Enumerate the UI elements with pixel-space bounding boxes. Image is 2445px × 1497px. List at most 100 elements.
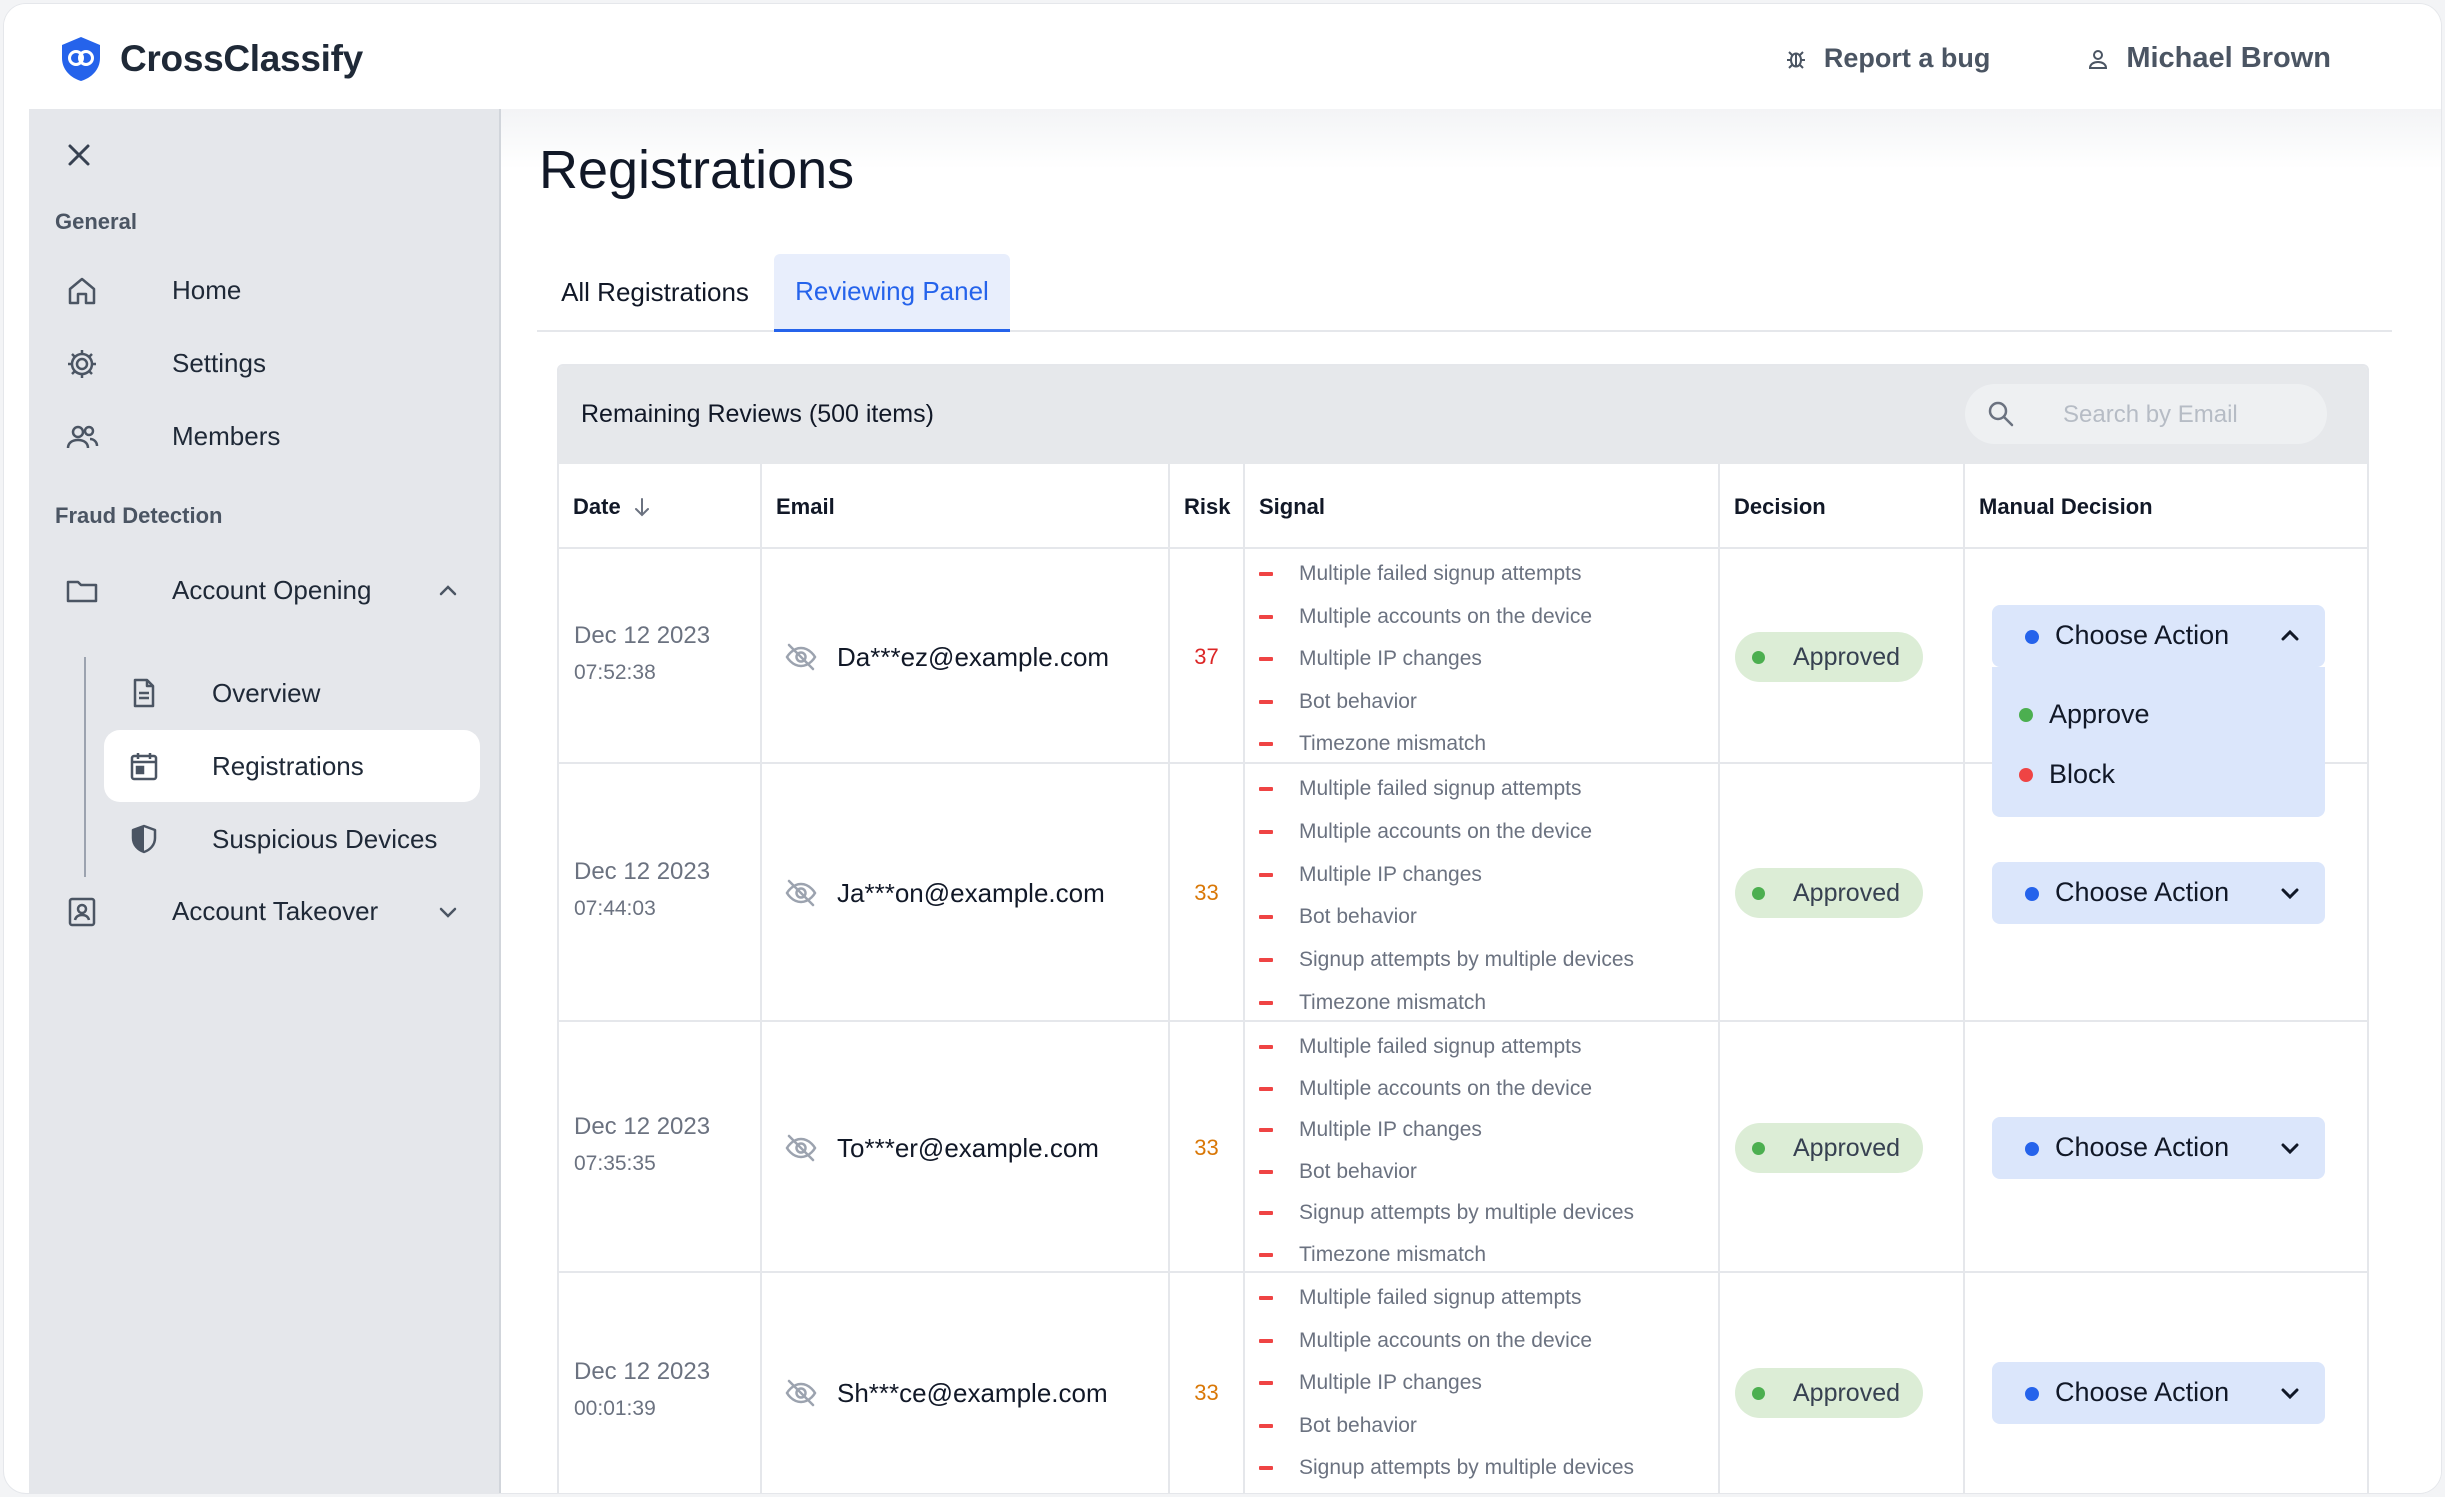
sidebar-item-label: Settings bbox=[172, 347, 266, 378]
close-icon[interactable] bbox=[63, 139, 95, 171]
shield-icon bbox=[131, 824, 157, 854]
calendar-icon bbox=[130, 753, 158, 781]
dropdown-option-block[interactable]: Block bbox=[1992, 745, 2325, 805]
sidebar-item-settings[interactable]: Settings bbox=[49, 329, 481, 397]
document-icon bbox=[133, 678, 155, 708]
sidebar-item-account-takeover[interactable]: Account Takeover bbox=[49, 877, 481, 945]
risk-cell: 33 bbox=[1170, 764, 1245, 1020]
sort-arrow-down-icon[interactable] bbox=[631, 496, 653, 518]
signal-label: Multiple failed signup attempts bbox=[1299, 777, 1582, 800]
id-card-icon bbox=[68, 897, 96, 927]
time-value: 07:35:35 bbox=[574, 1151, 656, 1175]
risk-cell: 33 bbox=[1170, 1022, 1245, 1271]
column-date-label: Date bbox=[573, 493, 621, 519]
brand-logo[interactable]: CrossClassify bbox=[56, 34, 363, 84]
date-cell: Dec 12 2023 07:44:03 bbox=[559, 764, 762, 1020]
panel-header: Remaining Reviews (500 items) bbox=[559, 366, 2367, 464]
signal-label: Timezone mismatch bbox=[1299, 991, 1487, 1014]
signal-label: Timezone mismatch bbox=[1299, 732, 1487, 755]
email-value: Da***ez@example.com bbox=[837, 641, 1110, 672]
signal-label: Multiple IP changes bbox=[1299, 862, 1482, 886]
choose-action-select[interactable]: Choose Action bbox=[1992, 1116, 2325, 1179]
eye-off-icon[interactable] bbox=[784, 1376, 818, 1410]
remaining-count: Remaining Reviews (500 items) bbox=[581, 400, 934, 428]
sidebar-item-suspicious-devices[interactable]: Suspicious Devices bbox=[104, 803, 480, 875]
signal-label: Multiple IP changes bbox=[1299, 1118, 1482, 1142]
table-row[interactable]: Dec 12 2023 07:35:35 To***er@example.com… bbox=[559, 1022, 2367, 1273]
eye-off-icon[interactable] bbox=[784, 1131, 818, 1165]
minus-icon bbox=[1259, 1001, 1273, 1005]
report-bug-label: Report a bug bbox=[1823, 43, 1991, 73]
date-value: Dec 12 2023 bbox=[574, 858, 711, 885]
signal-item: Signup attempts by multiple devices bbox=[1259, 1456, 1634, 1480]
signal-label: Signup attempts by multiple devices bbox=[1299, 1201, 1635, 1225]
user-menu[interactable]: Michael Brown bbox=[2086, 42, 2331, 75]
date-cell: Dec 12 2023 00:01:39 bbox=[559, 1273, 762, 1493]
signal-item: Multiple accounts on the device bbox=[1259, 1329, 1592, 1353]
sidebar-item-members[interactable]: Members bbox=[49, 402, 481, 470]
main-content: Registrations All Registrations Reviewin… bbox=[501, 109, 2441, 1493]
signal-label: Signup attempts by multiple devices bbox=[1299, 1456, 1635, 1479]
sidebar-item-home[interactable]: Home bbox=[49, 256, 481, 324]
tab-reviewing-panel[interactable]: Reviewing Panel bbox=[774, 254, 1010, 332]
chevron-up-icon[interactable] bbox=[435, 578, 461, 604]
minus-icon bbox=[1259, 1423, 1273, 1428]
minus-icon bbox=[1259, 1086, 1273, 1091]
minus-icon bbox=[1259, 1253, 1273, 1257]
eye-off-icon[interactable] bbox=[784, 876, 818, 910]
table-row[interactable]: Dec 12 2023 00:01:39 Sh***ce@example.com… bbox=[559, 1273, 2367, 1493]
minus-icon bbox=[1259, 1211, 1273, 1216]
sidebar-item-label: Home bbox=[172, 274, 242, 305]
option-dot bbox=[2019, 767, 2033, 782]
signal-item: Multiple IP changes bbox=[1259, 1371, 1482, 1395]
chevron-down-icon[interactable] bbox=[435, 899, 461, 925]
option-dot bbox=[2019, 707, 2033, 722]
minus-icon bbox=[1259, 915, 1273, 920]
search-box[interactable] bbox=[1965, 384, 2327, 444]
tab-all-registrations[interactable]: All Registrations bbox=[537, 254, 773, 330]
top-bar: CrossClassify Report a bug Michael Brown bbox=[4, 4, 2441, 109]
chevron-up-icon bbox=[2281, 629, 2299, 640]
section-general: General bbox=[55, 209, 137, 234]
minus-icon bbox=[1259, 742, 1273, 746]
dropdown-option-approve[interactable]: Approve bbox=[1992, 685, 2325, 745]
signal-label: Multiple accounts on the device bbox=[1299, 819, 1593, 843]
signal-label: Multiple IP changes bbox=[1299, 647, 1482, 670]
choose-action-select[interactable]: Choose Action bbox=[1992, 1362, 2325, 1424]
search-input[interactable] bbox=[2063, 398, 2293, 432]
email-cell: Da***ez@example.com bbox=[762, 549, 1170, 762]
minus-icon bbox=[1259, 787, 1273, 791]
email-value: To***er@example.com bbox=[837, 1132, 1099, 1163]
signal-item: Signup attempts by multiple devices bbox=[1259, 948, 1634, 972]
signal-label: Multiple accounts on the device bbox=[1299, 1328, 1593, 1352]
minus-icon bbox=[1259, 657, 1273, 661]
decision-cell: Approved bbox=[1720, 1022, 1965, 1271]
choose-action-select[interactable]: Choose Action bbox=[1992, 604, 2325, 667]
signal-label: Multiple failed signup attempts bbox=[1299, 1286, 1582, 1309]
signal-label: Bot behavior bbox=[1299, 1413, 1417, 1437]
sidebar-item-overview[interactable]: Overview bbox=[104, 657, 480, 729]
sidebar-item-label: Registrations bbox=[212, 750, 364, 781]
status-label: Approved bbox=[1793, 879, 1901, 907]
column-date[interactable]: Date bbox=[559, 464, 762, 549]
sidebar-item-registrations[interactable]: Registrations bbox=[104, 730, 480, 802]
select-label: Choose Action bbox=[2055, 619, 2230, 650]
minus-icon bbox=[1259, 958, 1273, 963]
signal-item: Bot behavior bbox=[1259, 1414, 1417, 1438]
risk-cell: 33 bbox=[1170, 1273, 1245, 1493]
users-icon bbox=[66, 425, 99, 449]
sidebar-item-account-opening[interactable]: Account Opening bbox=[49, 556, 481, 624]
date-value: Dec 12 2023 bbox=[574, 621, 711, 649]
status-label: Approved bbox=[1793, 1133, 1901, 1162]
signal-label: Bot behavior bbox=[1299, 1159, 1417, 1183]
risk-score: 33 bbox=[1194, 1380, 1219, 1405]
signal-label: Timezone mismatch bbox=[1299, 1243, 1487, 1266]
risk-score: 33 bbox=[1194, 880, 1219, 905]
sidebar-item-label: Suspicious Devices bbox=[212, 823, 438, 854]
report-bug-link[interactable]: Report a bug bbox=[1784, 43, 1991, 74]
eye-off-icon[interactable] bbox=[784, 640, 818, 674]
sidebar: General Home Settings Members Fraud Dete… bbox=[29, 109, 501, 1493]
signal-item: Timezone mismatch bbox=[1259, 732, 1486, 756]
column-email: Email bbox=[762, 464, 1170, 549]
choose-action-select[interactable]: Choose Action bbox=[1992, 862, 2325, 924]
